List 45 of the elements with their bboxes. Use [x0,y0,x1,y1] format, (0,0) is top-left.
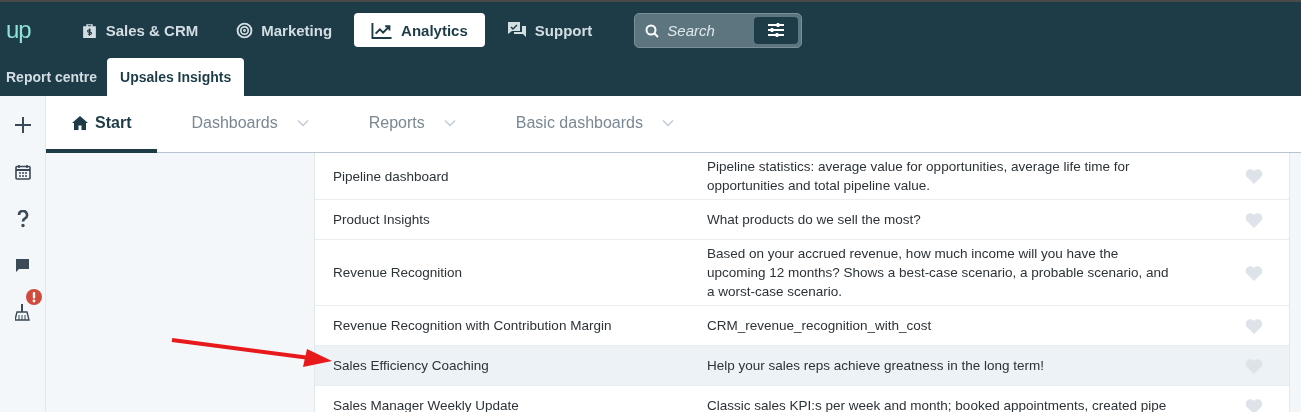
line-chart-icon [371,21,394,39]
table-row[interactable]: Sales Efficiency Coaching Help your sales reps achieve greatness in the long term! [315,346,1289,386]
table-row[interactable]: Product Insights What products do we sell the most? [315,200,1289,240]
tab[interactable]: Reports [342,96,482,153]
nav-tab[interactable]: Sales & CRM [64,13,215,47]
report-description: What products do we sell the most? [707,211,922,229]
report-description: Pipeline statistics: average value for opportunities, average life time for opportunities and total pipeline value. [707,158,1131,195]
report-description: CRM_revenue_recognition_with_cost [707,317,933,335]
sub-tab[interactable]: Report centre [6,58,108,96]
target-icon [236,21,254,39]
report-name: Revenue Recognition with Contribution Margin [332,317,613,335]
sub-tab[interactable]: Upsales Insights [107,58,245,96]
comment-icon[interactable] [15,258,30,273]
report-name: Revenue Recognition [332,264,464,282]
report-name: Sales Efficiency Coaching [332,357,490,375]
nav-tab[interactable]: Marketing [220,13,349,47]
chevron-down-icon [296,118,309,127]
filter-button[interactable] [754,16,799,44]
table-row[interactable]: Pipeline dashboard Pipeline statistics: average value for opportunities, average life time for opportunities and total pipeline value. [315,153,1289,200]
chevron-down-icon [443,118,456,127]
logo[interactable]: up [6,16,31,44]
tab[interactable]: Start [46,96,158,153]
chat-icon [506,21,527,39]
search-icon [645,23,660,38]
briefcase-icon [80,21,98,39]
nav-tab[interactable]: Support [490,13,609,47]
chevron-down-icon [661,118,674,127]
report-description: Classic sales KPI:s per week and month; booked appointments, created pipe [707,397,1168,412]
sliders-icon [767,22,786,38]
plus-icon[interactable] [13,116,32,134]
alert-badge-icon [26,289,42,305]
table-row[interactable]: Sales Manager Weekly Update Classic sales KPI:s per week and month; booked appointments, created pipe [315,386,1289,412]
report-name: Product Insights [332,211,431,229]
calendar-icon[interactable] [14,164,31,180]
report-name: Sales Manager Weekly Update [332,397,520,412]
report-description: Based on your accrued revenue, how much income will you have the upcoming 12 months? Shows a best-case scenario, a probable scenario, and a worst-case scenario. [707,245,1170,301]
question-icon[interactable] [16,210,29,228]
table-row[interactable]: Revenue Recognition Based on your accrued revenue, how much income will you have the upcoming 12 months? Shows a best-case scenario, a probable scenario, and a worst-case scenario. [315,240,1289,306]
report-description: Help your sales reps achieve greatness in the long term! [707,357,1045,375]
tab[interactable]: Dashboards [165,96,335,153]
broom-icon[interactable] [15,303,30,321]
report-name: Pipeline dashboard [332,167,450,186]
nav-tab[interactable]: Analytics [354,13,485,47]
home-icon [72,115,88,130]
tab[interactable]: Basic dashboards [489,96,700,153]
